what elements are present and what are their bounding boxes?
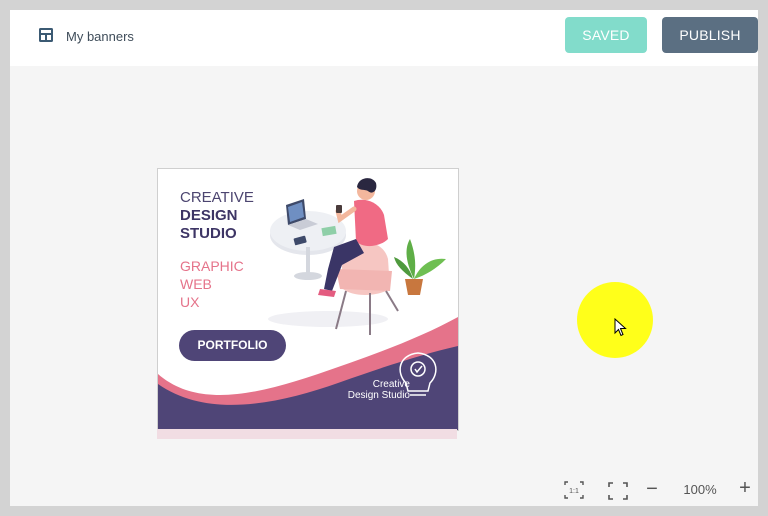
person-in-chair-with-laptop-illustration [268,178,446,335]
zoom-in-button[interactable]: + [737,478,753,499]
banner-footer-text: Creative Design Studio [348,379,410,401]
headline-line-1: CREATIVE [180,189,254,206]
top-bar: My banners SAVED PUBLISH [10,10,758,66]
portfolio-button[interactable]: PORTFOLIO [179,330,286,361]
layout-template-icon[interactable] [38,27,54,43]
fit-screen-icon[interactable] [608,482,628,500]
app-window: My banners SAVED PUBLISH CREATIVE DESIGN… [10,10,758,506]
mouse-pointer-icon [614,318,627,337]
service-ux: UX [180,294,200,310]
page-title[interactable]: My banners [66,29,134,44]
zoom-level: 100% [683,482,717,497]
svg-text:1:1: 1:1 [569,488,579,495]
service-web: WEB [180,276,212,292]
saved-button[interactable]: SAVED [565,17,647,53]
one-to-one-icon[interactable]: 1:1 [564,481,584,499]
banner-bottom-strip [157,429,457,439]
footer-line-2: Design Studio [347,390,410,401]
publish-button[interactable]: PUBLISH [662,17,758,53]
zoom-out-button[interactable]: − [644,479,660,499]
banner-canvas[interactable]: CREATIVE DESIGN STUDIO GRAPHIC WEB UX PO… [157,168,459,431]
headline-line-2: DESIGN [180,207,238,224]
headline-line-3: STUDIO [180,225,237,242]
footer-line-1: Creative [372,379,410,390]
service-graphic: GRAPHIC [180,258,244,274]
